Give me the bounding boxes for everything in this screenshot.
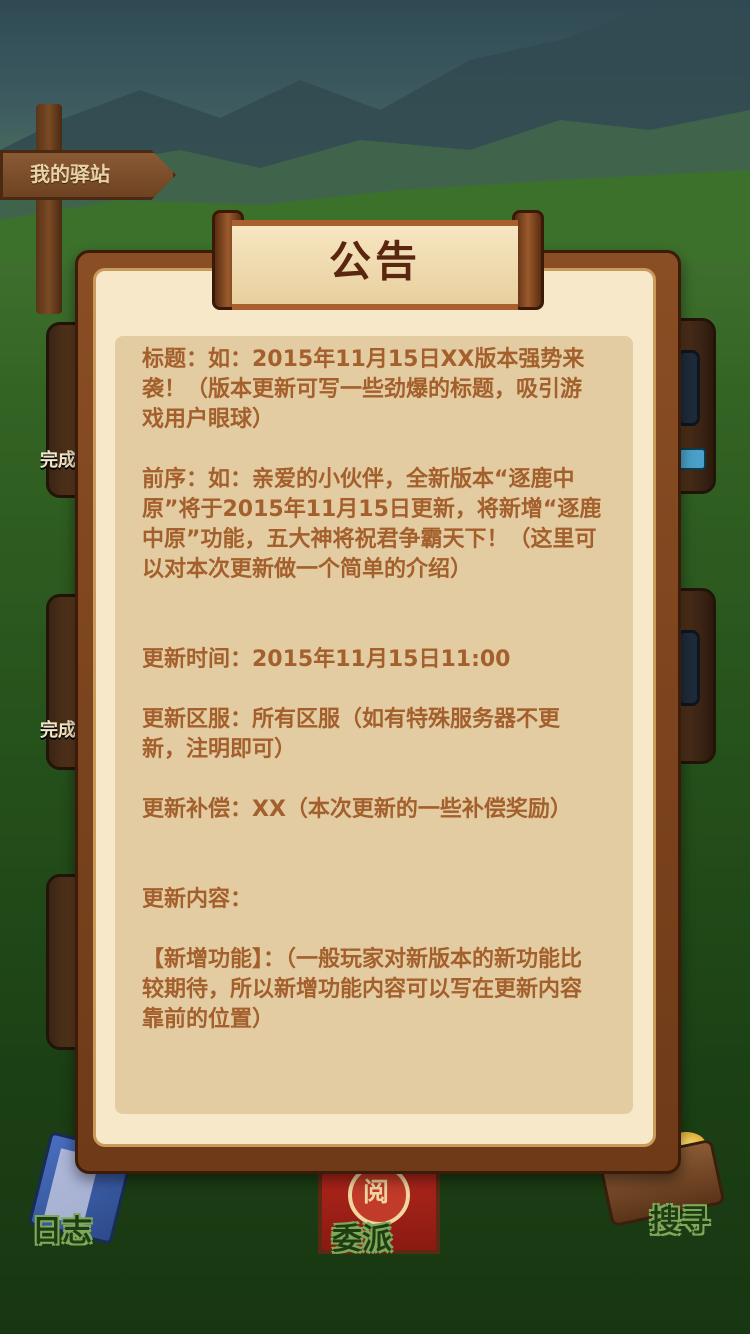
nav-search-label[interactable]: 搜寻: [650, 1196, 710, 1240]
announcement-paragraph-servers: 更新区服：所有区服（如有特殊服务器不更新，注明即可）: [142, 707, 561, 762]
dispatch-emblem-char: 阅: [363, 1178, 390, 1208]
announcement-paragraph-preface: 前序：如：亲爱的小伙伴，全新版本“逐鹿中原”将于2015年11月15日更新，将新…: [142, 467, 602, 582]
signpost-label: 我的驿站: [30, 162, 110, 186]
announcement-paragraph-time: 更新时间：2015年11月15日11:00: [142, 647, 511, 672]
nav-journal-label[interactable]: 日志: [32, 1206, 92, 1250]
signpost-pole: [36, 104, 62, 314]
announcement-paragraph-new-features: 【新增功能】：（一般玩家对新版本的新功能比较期待，所以新增功能内容可以写在更新内…: [142, 947, 583, 1032]
status-done-label: 完成: [40, 720, 76, 741]
announcement-paragraph-headline: 标题：如：2015年11月15日XX版本强势来袭！（版本更新可写一些劲爆的标题，…: [142, 347, 585, 432]
nav-dispatch-label[interactable]: 委派: [332, 1214, 392, 1258]
announcement-paragraph-content-heading: 更新内容：: [142, 887, 253, 912]
status-done-label: 完成: [40, 450, 76, 471]
dialog-title: 公告: [328, 237, 421, 286]
announcement-paragraph-compensation: 更新补偿：XX（本次更新的一些补偿奖励）: [142, 797, 572, 822]
